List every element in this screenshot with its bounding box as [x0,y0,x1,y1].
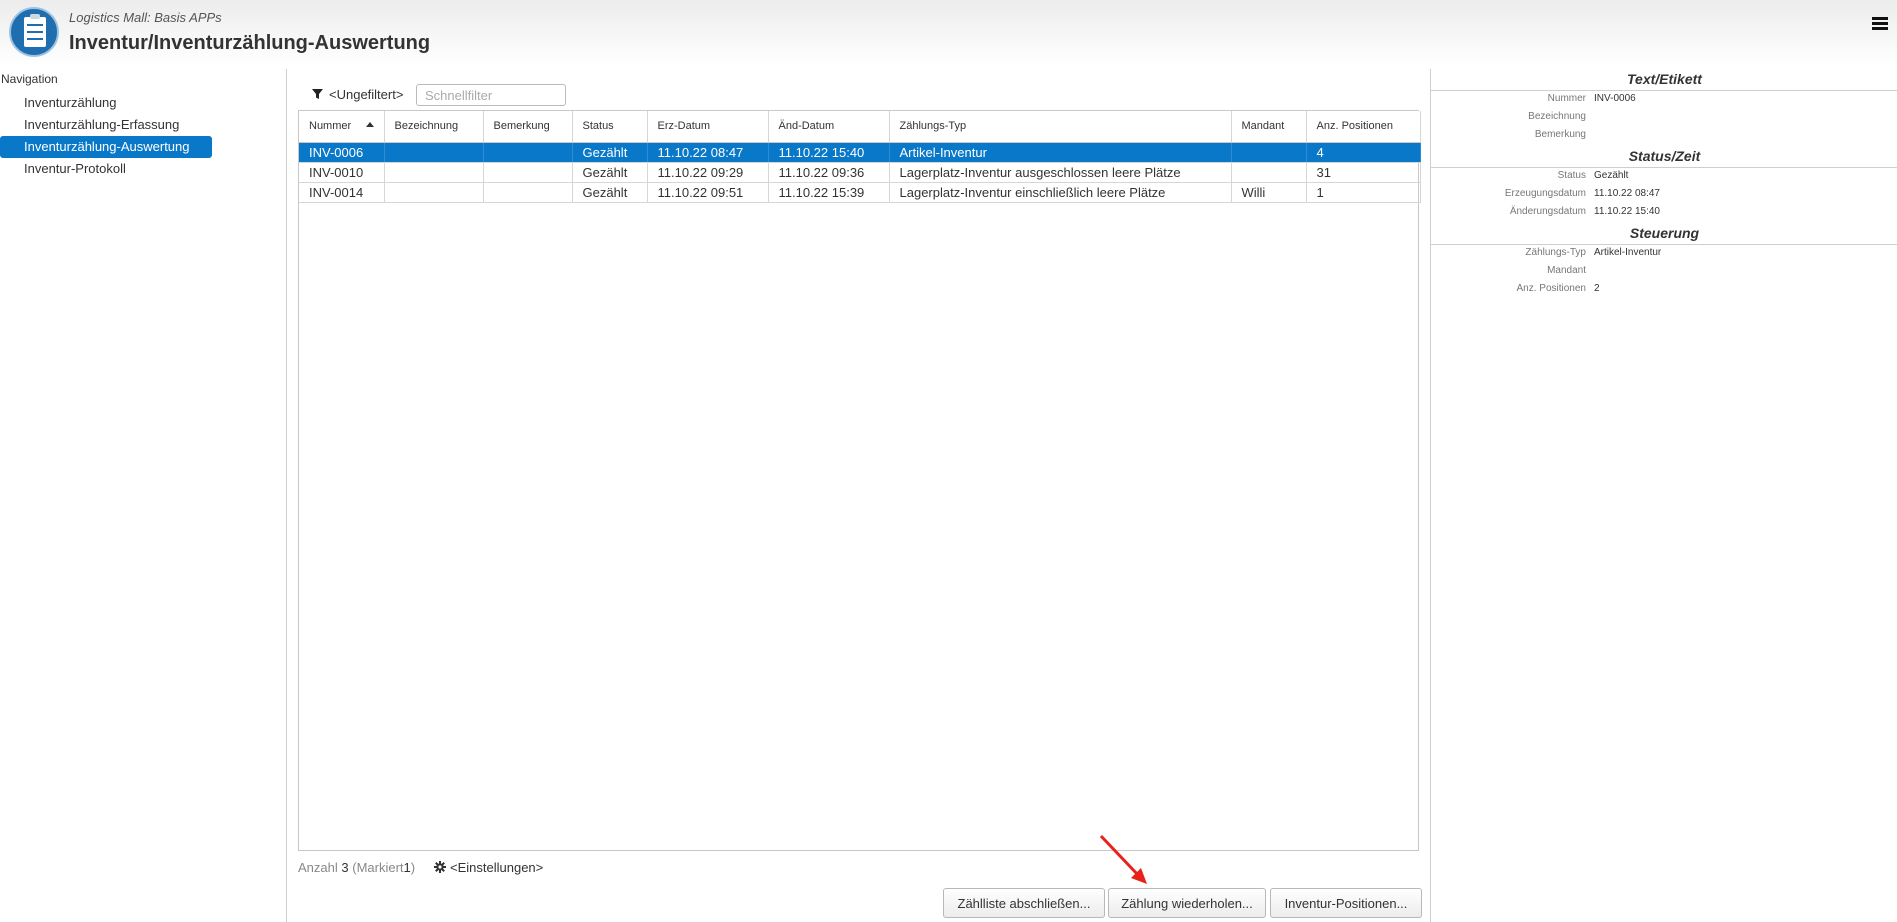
nav-item-inventur-protokoll[interactable]: Inventur-Protokoll [12,158,212,180]
navigation-sidebar: Navigation Inventurzählung Inventurzählu… [0,69,287,922]
app-header: Logistics Mall: Basis APPs Inventur/Inve… [0,0,1897,66]
field-aenderungsdatum: Änderungsdatum 11.10.22 15:40 [1509,206,1660,217]
cell-erz-datum: 11.10.22 09:51 [647,182,769,203]
cell-status: Gezählt [572,162,648,183]
cell-status: Gezählt [572,182,648,203]
column-header-bemerkung[interactable]: Bemerkung [483,111,573,143]
table-row[interactable]: INV-0010 Gezählt 11.10.22 09:29 11.10.22… [299,162,1421,183]
field-nummer: Nummer INV-0006 [1547,93,1636,104]
settings-link[interactable]: <Einstellungen> [434,860,543,875]
cell-zaehlungs-typ: Lagerplatz-Inventur einschließlich leere… [889,182,1232,203]
table-header-row: Nummer Bezeichnung Bemerkung Status Erz-… [299,111,1421,143]
cell-erz-datum: 11.10.22 08:47 [647,142,769,163]
hamburger-menu-icon[interactable] [1872,17,1888,31]
cell-anz-positionen: 4 [1306,142,1421,163]
field-zaehlungs-typ: Zählungs-Typ Artikel-Inventur [1525,247,1662,258]
filter-icon[interactable] [312,89,323,99]
inventory-count-table: Nummer Bezeichnung Bemerkung Status Erz-… [298,110,1421,851]
nav-heading: Navigation [1,72,58,86]
column-header-anz-positionen[interactable]: Anz. Positionen [1306,111,1421,143]
inventory-positions-button[interactable]: Inventur-Positionen... [1270,888,1422,918]
cell-anz-positionen: 31 [1306,162,1421,183]
cell-anz-positionen: 1 [1306,182,1421,203]
column-header-zaehlungs-typ[interactable]: Zählungs-Typ [889,111,1232,143]
field-bezeichnung: Bezeichnung [1528,111,1586,122]
table-row[interactable]: INV-0014 Gezählt 11.10.22 09:51 11.10.22… [299,182,1421,203]
nav-item-inventurzaehlung-erfassung[interactable]: Inventurzählung-Erfassung [12,114,212,136]
table-row[interactable]: INV-0006 Gezählt 11.10.22 08:47 11.10.22… [299,142,1421,163]
cell-erz-datum: 11.10.22 09:29 [647,162,769,183]
close-count-list-button[interactable]: Zählliste abschließen... [943,888,1105,918]
cell-mandant: Willi [1231,182,1307,203]
cell-aend-datum: 11.10.22 15:39 [768,182,890,203]
cell-bemerkung [483,182,573,203]
cell-nummer: INV-0006 [299,142,385,163]
repeat-count-button[interactable]: Zählung wiederholen... [1108,888,1266,918]
cell-mandant [1231,142,1307,163]
column-header-erz-datum[interactable]: Erz-Datum [647,111,769,143]
cell-nummer: INV-0014 [299,182,385,203]
cell-nummer: INV-0010 [299,162,385,183]
filter-dropdown[interactable]: <Ungefiltert> [329,87,403,102]
cell-mandant [1231,162,1307,183]
section-title-text-etikett: Text/Etikett [1431,71,1897,91]
app-subtitle: Logistics Mall: Basis APPs [69,10,222,25]
cell-aend-datum: 11.10.22 09:36 [768,162,890,183]
column-header-nummer[interactable]: Nummer [299,111,385,143]
clipboard-checklist-icon [9,7,59,57]
annotation-arrow-icon [1099,834,1147,884]
cell-zaehlungs-typ: Artikel-Inventur [889,142,1232,163]
field-bemerkung: Bemerkung [1534,129,1586,140]
detail-panel: Text/Etikett Nummer INV-0006 Bezeichnung… [1430,69,1897,922]
cell-status: Gezählt [572,142,648,163]
page-title: Inventur/Inventurzählung-Auswertung [69,32,431,54]
cell-bezeichnung [384,142,484,163]
record-count: Anzahl 3 (Markiert1) [298,860,416,875]
cell-zaehlungs-typ: Lagerplatz-Inventur ausgeschlossen leere… [889,162,1232,183]
field-status: Status Gezählt [1557,170,1629,181]
column-header-aend-datum[interactable]: Änd-Datum [768,111,890,143]
field-anz-positionen: Anz. Positionen 2 [1516,283,1600,294]
quick-filter-input[interactable] [416,84,566,106]
field-mandant: Mandant [1547,265,1586,276]
nav-item-inventurzaehlung-auswertung[interactable]: Inventurzählung-Auswertung [0,136,212,158]
cell-bemerkung [483,162,573,183]
section-title-steuerung: Steuerung [1431,225,1897,245]
column-header-mandant[interactable]: Mandant [1231,111,1307,143]
column-header-bezeichnung[interactable]: Bezeichnung [384,111,484,143]
cell-bezeichnung [384,182,484,203]
nav-item-inventurzaehlung[interactable]: Inventurzählung [12,92,212,114]
section-title-status-zeit: Status/Zeit [1431,148,1897,168]
gear-icon [434,861,446,873]
cell-bemerkung [483,142,573,163]
field-erzeugungsdatum: Erzeugungsdatum 11.10.22 08:47 [1504,188,1660,199]
sort-ascending-icon [365,122,374,127]
cell-bezeichnung [384,162,484,183]
cell-aend-datum: 11.10.22 15:40 [768,142,890,163]
column-header-status[interactable]: Status [572,111,648,143]
